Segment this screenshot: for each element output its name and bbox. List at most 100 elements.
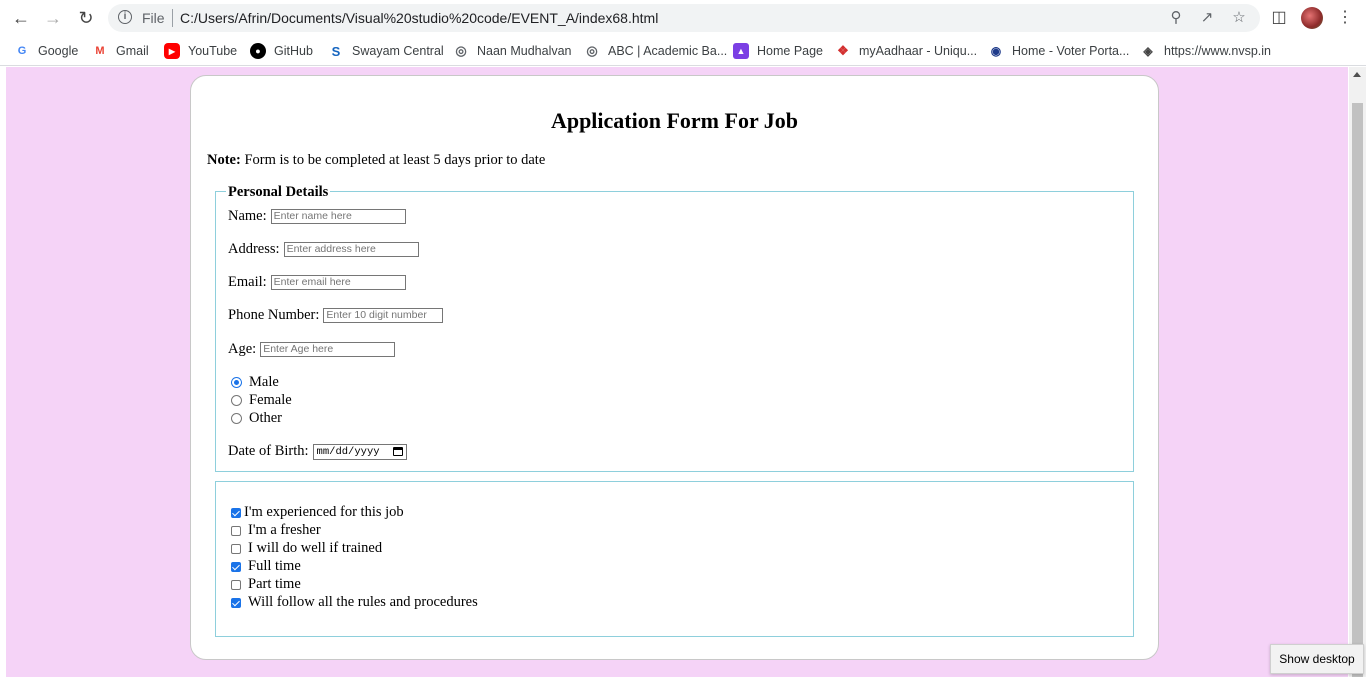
checkbox-item[interactable]: I'm a fresher (231, 522, 321, 539)
back-arrow-icon[interactable]: ← (9, 7, 33, 29)
reload-icon[interactable]: ↻ (74, 7, 98, 29)
file-label: File (142, 10, 165, 26)
vertical-scrollbar[interactable] (1349, 67, 1366, 677)
other-radio[interactable] (231, 413, 242, 424)
menu-kebab-icon[interactable]: ⋮ (1334, 7, 1356, 29)
checkbox-item[interactable]: Will follow all the rules and procedures (231, 594, 478, 611)
nvsp-icon: ◈ (1143, 44, 1153, 58)
other-label: Other (249, 410, 283, 426)
profile-avatar[interactable] (1301, 7, 1323, 29)
url-text[interactable]: C:/Users/Afrin/Documents/Visual%20studio… (180, 10, 658, 26)
gmail-icon: M (95, 45, 105, 57)
youtube-icon: ▶ (164, 43, 180, 59)
bookmark-nvsp[interactable]: ◈ https://www.nvsp.in (1140, 42, 1271, 60)
page-viewport: Application Form For Job Note: Form is t… (0, 67, 1366, 677)
dob-placeholder: mm/dd/yyyy (316, 445, 380, 458)
voter-icon: ◉ (990, 44, 1002, 58)
info-icon[interactable]: i (118, 10, 132, 24)
bookmark-label: Swayam Central (352, 44, 444, 58)
bookmark-label: GitHub (274, 44, 313, 58)
gender-option-male[interactable]: Male (227, 374, 279, 391)
bookmark-label: Naan Mudhalvan (477, 44, 572, 58)
job-preferences-fieldset: I'm experienced for this job I'm a fresh… (215, 481, 1134, 637)
experienced-checkbox[interactable] (231, 507, 241, 518)
bookmark-abc[interactable]: ◎ ABC | Academic Ba... (584, 42, 727, 60)
checkbox-label: Part time (248, 576, 301, 592)
part-time-checkbox[interactable] (231, 579, 241, 590)
form-title: Application Form For Job (550, 108, 799, 133)
gender-option-female[interactable]: Female (227, 392, 292, 409)
github-icon: ● (250, 43, 266, 59)
bookmark-github[interactable]: ● GitHub (250, 42, 313, 60)
address-bar[interactable]: i File C:/Users/Afrin/Documents/Visual%2… (108, 4, 1260, 32)
bookmark-label: Google (38, 44, 79, 58)
email-input[interactable]: Enter email here (270, 275, 406, 290)
address-input[interactable]: Enter address here (283, 242, 419, 257)
bookmark-swayam[interactable]: S Swayam Central (328, 42, 444, 60)
bookmark-gmail[interactable]: M Gmail (92, 42, 148, 60)
age-input[interactable]: Enter Age here (260, 342, 396, 357)
checkbox-label: Full time (248, 558, 301, 574)
age-row: Age: Enter Age here (228, 341, 396, 358)
name-input[interactable]: Enter name here (270, 209, 406, 224)
dob-label: Date of Birth: (228, 443, 309, 459)
share-icon[interactable]: ↗ (1198, 9, 1216, 27)
dob-input[interactable]: mm/dd/yyyy (312, 443, 407, 460)
scroll-up-arrow-icon[interactable] (1353, 72, 1361, 77)
bookmark-label: ABC | Academic Ba... (608, 44, 728, 58)
rules-checkbox[interactable] (231, 597, 241, 608)
checkbox-label: Will follow all the rules and procedures (248, 594, 478, 610)
address-label: Address: (228, 241, 280, 257)
form-note: Note: Form is to be completed at least 5… (207, 152, 545, 169)
personal-details-legend: Personal Details (226, 184, 331, 201)
male-label: Male (249, 374, 279, 390)
note-label: Note: (207, 152, 241, 168)
email-row: Email: Enter email here (228, 274, 406, 291)
aadhaar-icon: ❖ (837, 43, 849, 58)
zoom-icon[interactable]: ⚲ (1167, 9, 1185, 27)
bookmark-voter-portal[interactable]: ◉ Home - Voter Porta... (988, 42, 1130, 60)
bookmark-naan-mudhalvan[interactable]: ◎ Naan Mudhalvan (453, 42, 572, 60)
checkbox-label: I will do well if trained (248, 540, 383, 556)
phone-label: Phone Number: (228, 307, 320, 323)
bookmark-label: YouTube (188, 44, 238, 58)
trained-checkbox[interactable] (231, 543, 241, 554)
checkbox-item[interactable]: I will do well if trained (231, 540, 382, 557)
calendar-icon[interactable] (392, 447, 403, 456)
gender-option-other[interactable]: Other (227, 410, 282, 427)
note-text: Form is to be completed at least 5 days … (240, 152, 546, 168)
checkbox-item[interactable]: Part time (231, 576, 301, 593)
full-time-checkbox[interactable] (231, 561, 241, 572)
bookmark-label: Home Page (757, 44, 824, 58)
bookmark-youtube[interactable]: ▶ YouTube (164, 42, 237, 60)
personal-details-fieldset: Personal Details Name: Enter name here A… (215, 184, 1134, 472)
fresher-checkbox[interactable] (231, 525, 241, 536)
forward-arrow-icon[interactable]: → (41, 7, 65, 29)
home-page-icon: ▲ (733, 43, 749, 59)
checkbox-item[interactable]: I'm experienced for this job (231, 504, 404, 521)
bookmark-home-page[interactable]: ▲ Home Page (733, 42, 823, 60)
female-radio[interactable] (231, 395, 242, 406)
scrollbar-thumb[interactable] (1352, 103, 1363, 677)
checkbox-item[interactable]: Full time (231, 558, 301, 575)
checkbox-label: I'm experienced for this job (244, 504, 404, 520)
age-label: Age: (228, 341, 257, 357)
name-label: Name: (228, 208, 267, 224)
swayam-icon: S (331, 43, 341, 59)
omnibox-divider (172, 9, 173, 27)
female-label: Female (249, 392, 292, 408)
male-radio[interactable] (231, 377, 242, 388)
phone-input[interactable]: Enter 10 digit number (323, 308, 444, 323)
name-row: Name: Enter name here (228, 208, 406, 225)
bookmarks-bar: G Google M Gmail ▶ YouTube ● GitHub S Sw… (0, 36, 1366, 66)
bookmark-star-icon[interactable]: ☆ (1230, 9, 1248, 27)
bookmark-aadhaar[interactable]: ❖ myAadhaar - Uniqu... (835, 42, 977, 60)
phone-row: Phone Number: Enter 10 digit number (228, 307, 444, 324)
show-desktop-tooltip: Show desktop (1270, 644, 1364, 674)
bookmark-label: https://www.nvsp.in (1164, 44, 1271, 58)
bookmark-google[interactable]: G Google (14, 42, 79, 60)
form-card: Application Form For Job Note: Form is t… (190, 75, 1159, 660)
bookmark-label: Home - Voter Porta... (1012, 44, 1130, 58)
dob-row: Date of Birth: mm/dd/yyyy (228, 443, 407, 460)
side-panel-icon[interactable]: ◫ (1268, 7, 1290, 29)
